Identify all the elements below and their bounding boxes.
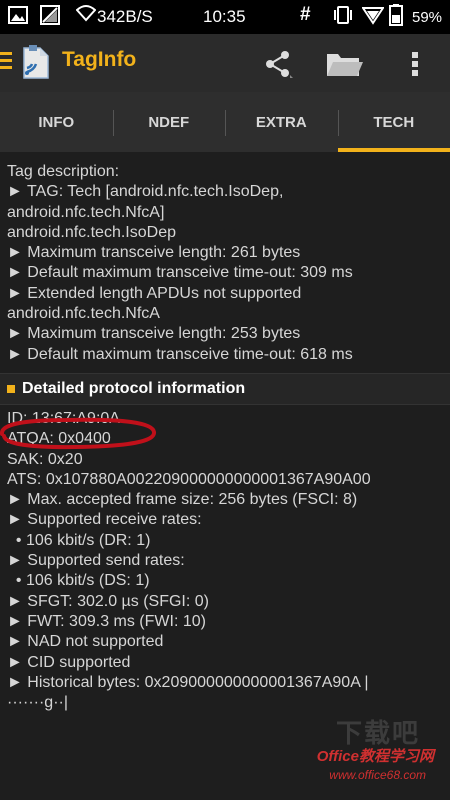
section-bullet-icon <box>7 384 15 393</box>
share-icon <box>266 51 293 78</box>
open-folder-button[interactable] <box>322 42 366 86</box>
clock: 10:35 <box>203 7 246 26</box>
text-line: • 106 kbit/s (DS: 1) <box>7 572 150 590</box>
hash-icon: # <box>300 4 311 25</box>
folder-icon <box>327 54 363 76</box>
text-line: ► CID supported <box>7 653 131 671</box>
overflow-icon <box>412 52 418 76</box>
text-line: ·······g··| <box>7 694 69 712</box>
wifi-icon <box>75 3 97 29</box>
text-line: android.nfc.tech.NfcA <box>7 305 160 323</box>
tech-content[interactable]: Tag description: ► TAG: Tech [android.nf… <box>0 152 450 800</box>
text-line: ► Max. accepted frame size: 256 bytes (F… <box>7 491 358 509</box>
tab-ndef[interactable]: NDEF <box>112 92 226 152</box>
battery-icon <box>389 4 403 32</box>
text-line: ATS: 0x107880A002209000000000001367A90A0… <box>7 470 371 488</box>
taginfo-logo-icon <box>14 42 54 82</box>
text-line: ► Default maximum transceive time-out: 3… <box>7 264 353 282</box>
app-title: TagInfo <box>62 48 137 71</box>
text-line: ► Maximum transceive length: 261 bytes <box>7 244 301 262</box>
text-line: Tag description: <box>7 163 120 180</box>
text-line: ► Maximum transceive length: 253 bytes <box>7 325 301 343</box>
network-speed: 342B/S <box>97 7 153 26</box>
text-line: ► FWT: 309.3 ms (FWI: 10) <box>7 612 206 630</box>
text-line: ► TAG: Tech [android.nfc.tech.IsoDep, <box>7 183 284 201</box>
gallery-icon <box>8 5 28 31</box>
text-line: ► SFGT: 302.0 µs (SFGI: 0) <box>7 592 209 610</box>
menu-icon[interactable] <box>0 52 12 72</box>
tag-id-line: ID: 13:67:A9:0A <box>7 409 120 427</box>
signal-icon <box>361 5 385 31</box>
text-line: ► Default maximum transceive time-out: 6… <box>7 345 353 363</box>
battery-level: 59% <box>412 9 443 26</box>
tab-extra[interactable]: EXTRA <box>225 92 338 152</box>
text-line: ATQA: 0x0400 <box>7 430 111 448</box>
text-line: ► Supported send rates: <box>7 552 185 570</box>
text-line: ► NAD not supported <box>7 633 164 651</box>
text-line: android.nfc.tech.NfcA] <box>7 203 165 221</box>
overflow-menu-button[interactable] <box>393 42 437 86</box>
tag-description-section: Tag description: ► TAG: Tech [android.nf… <box>0 152 450 373</box>
app-bar: TagInfo <box>0 34 450 92</box>
protocol-section: ID: 13:67:A9:0A ATQA: 0x0400 SAK: 0x20 A… <box>0 405 450 721</box>
share-button[interactable] <box>256 42 300 86</box>
text-line: android.nfc.tech.IsoDep <box>7 223 176 241</box>
text-line: SAK: 0x20 <box>7 450 83 468</box>
text-line: • 106 kbit/s (DR: 1) <box>7 531 151 549</box>
text-line: ► Extended length APDUs not supported <box>7 284 302 302</box>
tab-bar: INFO NDEF EXTRA TECH <box>0 92 450 152</box>
text-line: ► Historical bytes: 0x209000000000001367… <box>7 673 369 691</box>
protocol-section-title: Detailed protocol information <box>22 379 246 397</box>
status-bar: 342B/S 10:35 # 59% <box>0 0 450 34</box>
tab-tech[interactable]: TECH <box>337 92 450 152</box>
text-line: ► Supported receive rates: <box>7 511 202 529</box>
protocol-section-header: Detailed protocol information <box>0 372 450 405</box>
tab-info[interactable]: INFO <box>0 92 113 152</box>
no-signal-icon <box>40 5 60 31</box>
vibrate-icon <box>332 5 354 31</box>
